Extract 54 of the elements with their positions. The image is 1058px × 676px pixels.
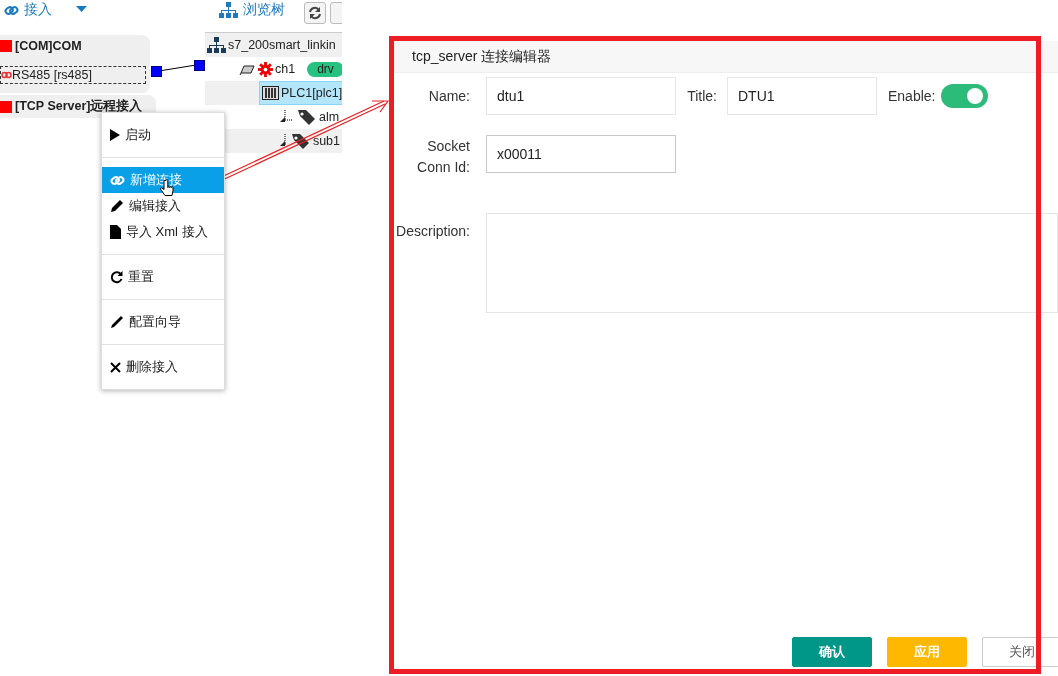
socket-conn-id-field[interactable]: x00011 (486, 135, 676, 173)
field-label: Title: (686, 88, 718, 104)
menu-item[interactable]: 启动 (102, 122, 224, 148)
refresh-button[interactable] (304, 2, 326, 24)
dialog-button[interactable]: 关闭 (982, 637, 1058, 667)
description-field[interactable] (486, 213, 1058, 313)
tag-icon (290, 132, 311, 150)
gear-icon (258, 61, 273, 77)
browse-tree-link[interactable]: 浏览树 (219, 1, 285, 19)
connector-title: [COM]COM (15, 39, 82, 53)
tag-icon (297, 108, 317, 126)
pencil-icon (110, 315, 124, 329)
dialog-title: tcp_server 连接编辑器 (412, 47, 552, 66)
tree-node[interactable]: ch1 (237, 58, 298, 80)
refresh-icon (110, 270, 123, 284)
title-field[interactable]: DTU1 (727, 77, 877, 115)
dialog-button[interactable]: 确认 (792, 637, 872, 667)
tree-node[interactable]: PLC1[plc1] (259, 81, 342, 105)
field-label: Enable: (887, 88, 937, 104)
broken-link-icon (1, 70, 12, 80)
status-square-icon (0, 40, 12, 52)
menu-item[interactable]: 配置向导 (102, 309, 224, 335)
play-icon (110, 129, 120, 141)
file-icon (110, 225, 121, 239)
rack-icon (262, 86, 279, 100)
driver-badge: drv (307, 61, 342, 77)
close-icon (110, 361, 121, 373)
enable-toggle[interactable] (941, 84, 988, 108)
menu-item[interactable]: 删除接入 (102, 354, 224, 380)
port-field[interactable]: RS485 [rs485] (0, 66, 146, 84)
menu-item[interactable]: 重置 (102, 264, 224, 290)
connect-link[interactable]: 接入 (4, 1, 52, 19)
tree-connector (279, 134, 287, 148)
status-square-icon (0, 100, 12, 113)
connector-title: [TCP Server]远程接入 (15, 98, 143, 115)
sitemap-icon (207, 36, 226, 54)
port-pin[interactable] (194, 60, 205, 71)
caret-icon[interactable] (76, 6, 87, 13)
link-icon (4, 3, 19, 17)
field-label: Description: (395, 222, 471, 239)
tree-connector (279, 110, 293, 124)
connector-card[interactable]: [COM]COM RS485 [rs485] (0, 35, 150, 93)
menu-item[interactable]: 导入 Xml 接入 (102, 219, 224, 245)
port-pin[interactable] (151, 66, 162, 77)
sitemap-icon (219, 1, 238, 19)
connector-card[interactable]: [TCP Server]远程接入 (0, 95, 156, 118)
field-label: Socket Conn Id: (416, 137, 471, 177)
refresh-icon (308, 6, 322, 20)
link-icon (110, 173, 125, 187)
menu-item[interactable]: 编辑接入 (102, 193, 224, 219)
field-label: Name: (427, 88, 471, 104)
pencil-icon (110, 199, 124, 213)
tree-node[interactable]: alm (295, 106, 342, 128)
name-field[interactable]: dtu1 (486, 77, 676, 115)
